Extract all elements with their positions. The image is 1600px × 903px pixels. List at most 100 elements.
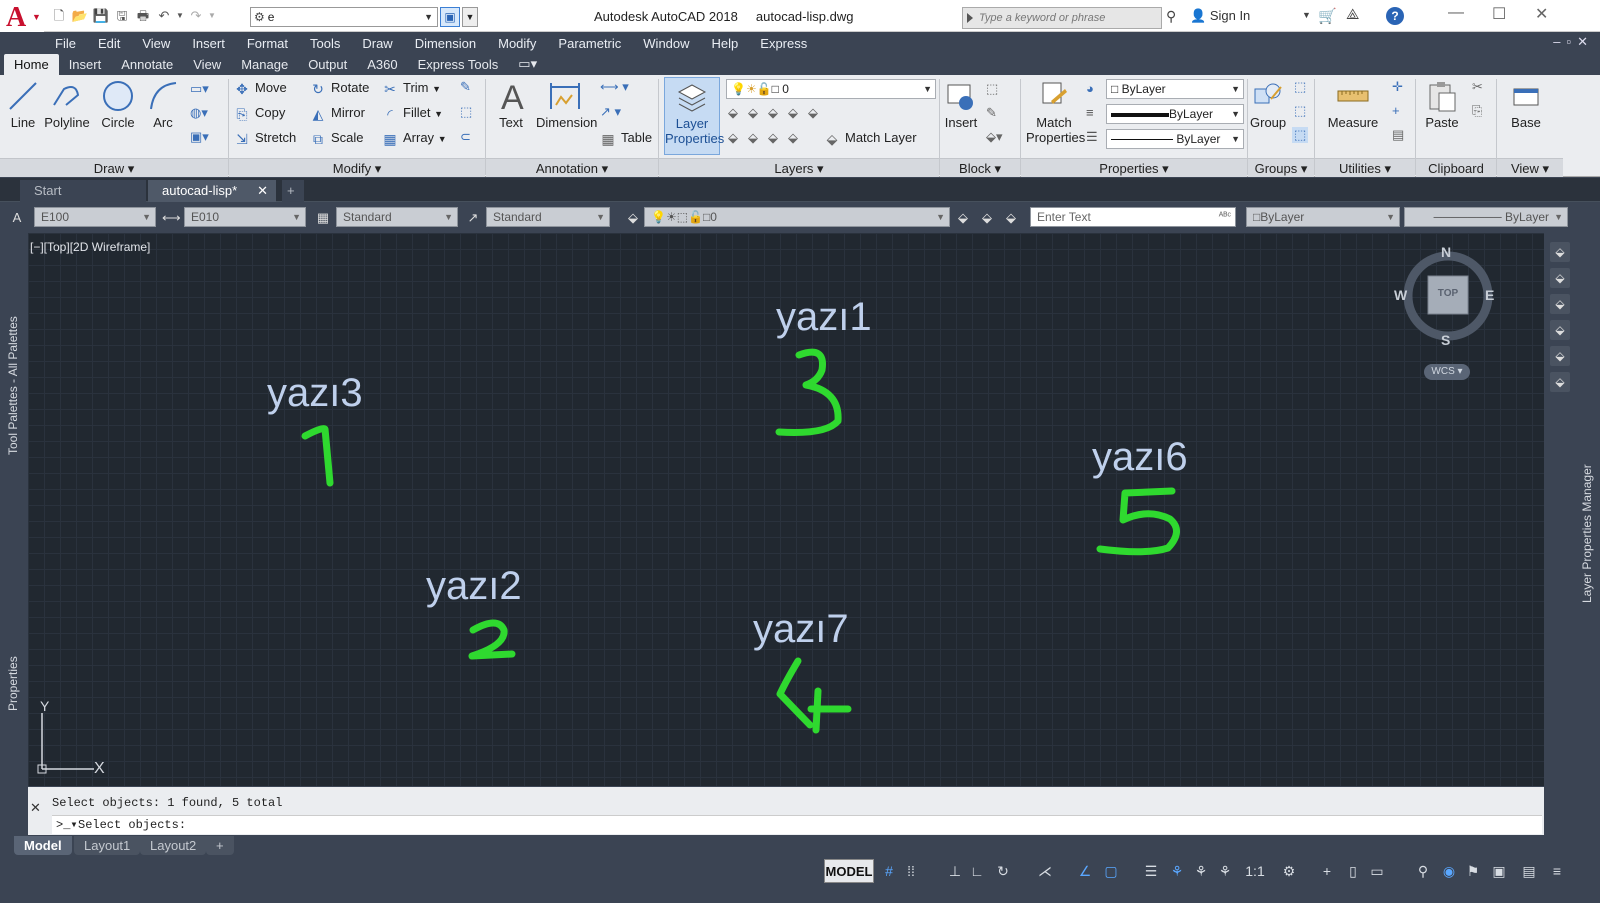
- workspace-select[interactable]: ⚙ e ▼: [250, 7, 438, 27]
- block-panel-title[interactable]: Block ▾: [940, 158, 1020, 177]
- tab-start[interactable]: Start: [20, 180, 146, 202]
- tab-a360[interactable]: A360: [357, 54, 407, 75]
- plot-icon[interactable]: 🖶: [134, 7, 152, 25]
- line-button[interactable]: Line: [6, 79, 40, 130]
- scale-button[interactable]: ⧉ Scale: [310, 127, 364, 149]
- menu-modify[interactable]: Modify: [487, 36, 547, 51]
- auto-scale-icon[interactable]: ⚘: [1190, 860, 1212, 882]
- customization-icon[interactable]: ▤: [1518, 860, 1540, 882]
- menu-tools[interactable]: Tools: [299, 36, 351, 51]
- quick-properties-icon[interactable]: ▭: [1366, 860, 1388, 882]
- annotation-monitor-icon[interactable]: +: [1316, 860, 1338, 882]
- color-select[interactable]: □ByLayer ▼: [1246, 207, 1400, 227]
- layers-panel-title[interactable]: Layers ▾: [659, 158, 939, 177]
- table-button[interactable]: ▦ Table: [600, 127, 652, 149]
- linetype-select[interactable]: ──────── ByLayer ▼: [1404, 207, 1568, 227]
- tab-manage[interactable]: Manage: [231, 54, 298, 75]
- document-window-controls[interactable]: –▫✕: [1553, 34, 1594, 50]
- layer-properties-manager-label[interactable]: Layer Properties Manager: [1580, 464, 1594, 603]
- stretch-button[interactable]: ⇲ Stretch: [234, 127, 296, 149]
- cut-icon[interactable]: ✂: [1472, 79, 1483, 95]
- modify-panel-title[interactable]: Modify ▾: [229, 158, 485, 177]
- close-command-line-icon[interactable]: ✕: [30, 800, 41, 816]
- groups-panel-title[interactable]: Groups ▾: [1248, 158, 1314, 177]
- menu-dimension[interactable]: Dimension: [404, 36, 487, 51]
- region-icon[interactable]: ▣▾: [190, 129, 209, 145]
- attribute-icon[interactable]: ⬙▾: [986, 129, 1003, 145]
- infer-constraints-icon[interactable]: ⊥: [944, 860, 966, 882]
- hardware-acceleration-icon[interactable]: ⚑: [1462, 860, 1484, 882]
- cad-text-yazi2[interactable]: yazı2: [426, 564, 522, 609]
- layer-previous-icon[interactable]: ⬙: [978, 209, 996, 227]
- arc-button[interactable]: Arc: [146, 79, 180, 130]
- ribbon-options-icon[interactable]: ▭▾: [508, 53, 547, 75]
- menu-file[interactable]: File: [44, 36, 87, 51]
- clipboard-panel-title[interactable]: Clipboard: [1416, 158, 1496, 177]
- compass-west[interactable]: W: [1394, 287, 1407, 303]
- close-icon[interactable]: ✕: [1535, 4, 1548, 24]
- view-panel-title[interactable]: View ▾: [1497, 158, 1563, 177]
- create-block-icon[interactable]: ⬚: [986, 81, 998, 97]
- menu-express[interactable]: Express: [749, 36, 818, 51]
- menu-parametric[interactable]: Parametric: [547, 36, 632, 51]
- minimize-icon[interactable]: —: [1448, 4, 1464, 22]
- explode-icon[interactable]: ⬚: [460, 104, 472, 120]
- layer-states-icon[interactable]: ⬙: [624, 209, 642, 227]
- annotation-scale-icon[interactable]: ⚘: [1214, 860, 1236, 882]
- layer-tool-icon[interactable]: ⬙: [1550, 372, 1570, 392]
- object-snap-tracking-icon[interactable]: ∠: [1074, 860, 1096, 882]
- application-menu-button[interactable]: A ▼: [0, 0, 44, 33]
- object-snap-icon[interactable]: ▢: [1100, 860, 1122, 882]
- close-tab-icon[interactable]: ✕: [257, 180, 268, 202]
- polar-icon[interactable]: ↻: [992, 860, 1014, 882]
- tab-output[interactable]: Output: [298, 54, 357, 75]
- units-icon[interactable]: ▯: [1342, 860, 1364, 882]
- dim-style-select[interactable]: E010 ▼: [184, 207, 306, 227]
- offset-icon[interactable]: ⊂: [460, 129, 471, 145]
- layer-select[interactable]: 💡☀⬚🔓□0 ▼: [644, 207, 950, 227]
- properties-panel-title[interactable]: Properties ▾: [1021, 158, 1247, 177]
- group-selection-icon[interactable]: ⬚: [1292, 127, 1309, 143]
- copy-clip-icon[interactable]: ⎘: [1472, 103, 1482, 119]
- command-input[interactable]: >_▾ Select objects:: [52, 815, 1542, 834]
- menu-format[interactable]: Format: [236, 36, 299, 51]
- properties-palette-label[interactable]: Properties: [6, 656, 20, 711]
- calculator-icon[interactable]: ▤: [1392, 127, 1404, 143]
- clean-screen-icon[interactable]: ▣: [1488, 860, 1510, 882]
- table-style-select[interactable]: Standard ▼: [336, 207, 458, 227]
- layer-properties-button[interactable]: Layer Properties: [664, 77, 724, 155]
- rotate-button[interactable]: ↻ Rotate: [310, 77, 369, 99]
- isolate-objects-icon[interactable]: ◉: [1438, 860, 1460, 882]
- menu-draw[interactable]: Draw: [351, 36, 403, 51]
- layer-tool-icon[interactable]: ⬙: [1550, 268, 1570, 288]
- measure-button[interactable]: Measure: [1326, 79, 1380, 130]
- enter-text-input[interactable]: Enter Text ᴬᴮᶜ: [1030, 207, 1236, 227]
- compass-east[interactable]: E: [1485, 287, 1494, 303]
- add-layout-icon[interactable]: +: [206, 836, 234, 855]
- layer-tool-icon[interactable]: ⬙: [1550, 294, 1570, 314]
- base-view-button[interactable]: Base: [1508, 79, 1544, 130]
- cad-text-yazi7[interactable]: yazı7: [753, 607, 849, 652]
- lineweight-toggle-icon[interactable]: ☰: [1140, 860, 1162, 882]
- layer-tool-icon[interactable]: ⬙: [1550, 346, 1570, 366]
- cad-text-yazi6[interactable]: yazı6: [1092, 435, 1188, 480]
- ungroup-icon[interactable]: ⬚: [1294, 79, 1306, 95]
- text-button[interactable]: A Text: [496, 79, 526, 130]
- save-icon[interactable]: 💾: [92, 7, 110, 25]
- mleader-style-select[interactable]: Standard ▼: [486, 207, 610, 227]
- lock-ui-icon[interactable]: ⚲: [1412, 860, 1434, 882]
- scale-select[interactable]: 1:1: [1240, 860, 1270, 882]
- annotation-panel-title[interactable]: Annotation ▾: [486, 158, 658, 177]
- array-button[interactable]: ▦ Array ▼: [382, 127, 446, 149]
- layer-tools-row2-icons[interactable]: ⬙⬙⬙⬙: [728, 130, 808, 146]
- wcs-menu[interactable]: WCS ▾: [1424, 364, 1470, 380]
- menu-insert[interactable]: Insert: [181, 36, 236, 51]
- tab-express-tools[interactable]: Express Tools: [408, 54, 509, 75]
- dimension-button[interactable]: Dimension: [536, 79, 597, 130]
- id-point-icon[interactable]: +: [1392, 103, 1400, 118]
- new-tab-icon[interactable]: +: [282, 180, 304, 202]
- tab-view[interactable]: View: [183, 54, 231, 75]
- menu-edit[interactable]: Edit: [87, 36, 131, 51]
- open-icon[interactable]: 📂: [71, 7, 89, 25]
- menu-window[interactable]: Window: [632, 36, 700, 51]
